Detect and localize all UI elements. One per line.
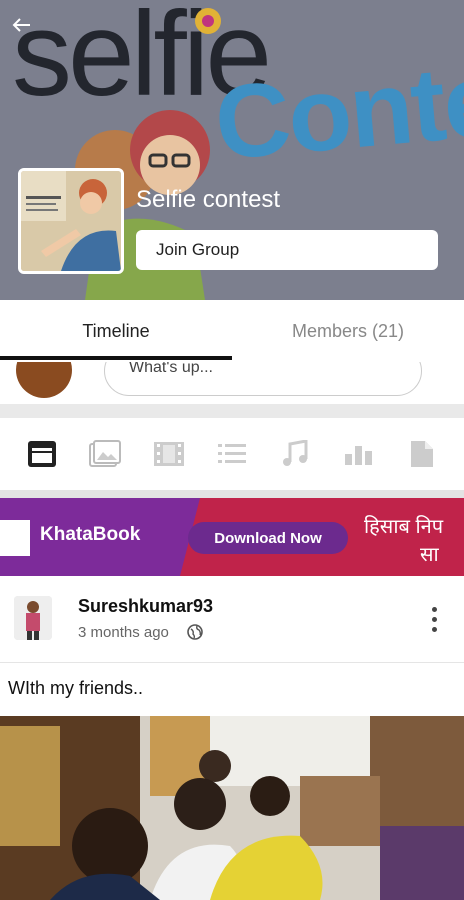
group-tabs: Timeline Members (21) xyxy=(0,300,464,362)
avatar[interactable] xyxy=(14,596,52,640)
ad-banner[interactable]: KhataBook Download Now हिसाब निप सा xyxy=(0,498,464,576)
ad-download-button[interactable]: Download Now xyxy=(188,522,348,554)
post-text: WIth my friends.. xyxy=(8,678,144,698)
post-type-bar xyxy=(0,418,464,490)
post-photo[interactable] xyxy=(0,716,464,900)
khatabook-logo-icon xyxy=(0,520,30,556)
active-tab-indicator xyxy=(0,356,232,360)
divider xyxy=(0,404,464,418)
ad-brand-panel: KhataBook xyxy=(0,498,180,576)
post-username[interactable]: Sureshkumar93 xyxy=(78,596,213,617)
music-icon[interactable] xyxy=(278,437,312,471)
divider xyxy=(0,662,464,663)
divider xyxy=(0,490,464,498)
status-placeholder: What's up... xyxy=(129,362,213,376)
ad-hindi-text: हिसाब निप xyxy=(364,516,444,538)
tab-timeline[interactable]: Timeline xyxy=(0,300,232,362)
globe-icon xyxy=(187,624,203,640)
post-card: Sureshkumar93 3 months ago WIth my frien… xyxy=(0,576,464,900)
group-cover: selfie Conte Selfie contest Join Group xyxy=(0,0,464,300)
cover-contest-text: Conte xyxy=(210,41,464,183)
group-title: Selfie contest xyxy=(136,186,281,213)
status-input[interactable]: What's up... xyxy=(104,362,422,396)
back-arrow-icon[interactable] xyxy=(10,14,34,38)
post-timestamp: 3 months ago xyxy=(78,624,169,641)
group-thumbnail[interactable] xyxy=(18,168,124,274)
text-post-icon[interactable] xyxy=(25,437,59,471)
photo-icon[interactable] xyxy=(88,437,122,471)
list-icon[interactable] xyxy=(215,437,249,471)
avatar xyxy=(16,362,72,398)
status-composer: What's up... xyxy=(0,362,464,404)
heart-icon xyxy=(195,8,221,34)
tab-members[interactable]: Members (21) xyxy=(232,300,464,362)
group-screen: selfie Conte Selfie contest Join Group T… xyxy=(0,0,464,900)
more-options-icon[interactable] xyxy=(424,604,444,634)
poll-icon[interactable] xyxy=(342,437,376,471)
ad-hindi-text: सा xyxy=(420,544,439,566)
video-icon[interactable] xyxy=(152,437,186,471)
file-icon[interactable] xyxy=(405,437,439,471)
join-group-button[interactable]: Join Group xyxy=(136,230,438,270)
ad-brand-name: KhataBook xyxy=(40,524,141,545)
